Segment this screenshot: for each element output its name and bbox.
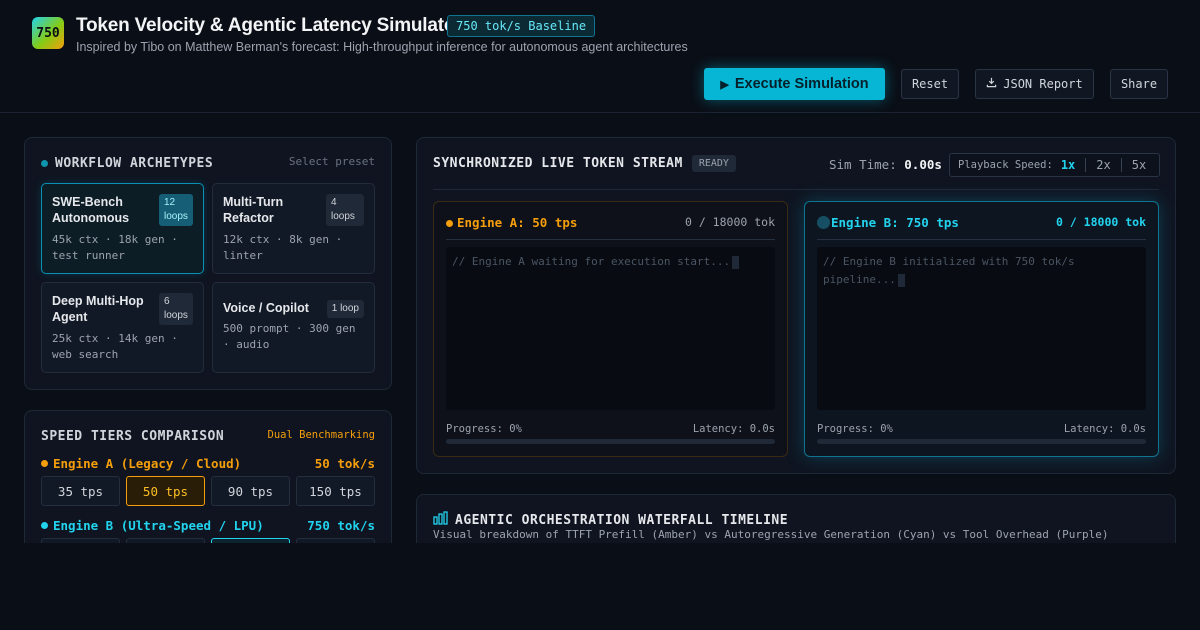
waterfall-panel: AGENTIC ORCHESTRATION WATERFALL TIMELINE… <box>416 494 1176 543</box>
status-dot <box>41 160 48 167</box>
engine-b-stream: Engine B: 750 tps 0 / 18000 tok // Engin… <box>804 201 1159 457</box>
divider <box>1085 158 1087 172</box>
divider <box>1120 158 1122 172</box>
playback-speed-label: Playback Speed: <box>958 159 1053 171</box>
engine-a-progress: Progress: 0% <box>446 423 522 435</box>
sim-time-value: 0.00s <box>904 157 942 172</box>
workflow-archetypes-panel: WORKFLOW ARCHETYPES Select preset SWE-Be… <box>24 137 392 390</box>
playback-speed-1x[interactable]: 1x <box>1061 158 1075 172</box>
engine-b-tier-label: Engine B (Ultra-Speed / LPU) <box>53 518 264 533</box>
baseline-badge: 750 tok/s Baseline <box>447 15 596 37</box>
cursor-icon <box>897 273 905 287</box>
app-logo: 750 <box>32 17 64 49</box>
engine-b-progress: Progress: 0% <box>817 423 893 435</box>
engine-b-terminal: // Engine B initialized with 750 tok/s p… <box>817 247 1146 410</box>
engine-b-footer: Progress: 0% Latency: 0.0s <box>817 423 1146 435</box>
engine-b-latency: Latency: 0.0s <box>1063 423 1146 435</box>
workflow-card-desc: 45k ctx · 18k gen · test runner <box>52 233 178 262</box>
engine-b-speed-option[interactable] <box>296 538 375 543</box>
workflow-card-desc: 12k ctx · 8k gen · linter <box>223 233 343 262</box>
waterfall-title: AGENTIC ORCHESTRATION WATERFALL TIMELINE <box>455 513 789 528</box>
speed-tiers-panel: SPEED TIERS COMPARISON Dual Benchmarking… <box>24 410 392 543</box>
sim-time: Sim Time: 0.00s <box>829 157 942 172</box>
app-subtitle: Inspired by Tibo on Matthew Berman's for… <box>76 40 688 54</box>
live-token-stream-title: SYNCHRONIZED LIVE TOKEN STREAM <box>433 156 683 171</box>
reset-button[interactable]: Reset <box>901 69 959 99</box>
json-report-button[interactable]: JSON Report <box>975 69 1094 99</box>
engine-b-dot <box>817 216 830 229</box>
divider <box>433 189 1159 190</box>
engine-b-dot <box>41 522 48 529</box>
engine-a-dot <box>41 460 48 467</box>
reset-label: Reset <box>911 77 949 91</box>
engine-b-name-label: Engine B: 750 tps <box>831 215 959 230</box>
engine-a-footer: Progress: 0% Latency: 0.0s <box>446 423 775 435</box>
workflow-card-name: Voice / Copilot <box>223 301 309 315</box>
workflow-card-desc: 25k ctx · 14k gen · web search <box>52 332 178 361</box>
engine-a-log: // Engine A waiting for execution start.… <box>452 255 731 268</box>
engine-a-terminal: // Engine A waiting for execution start.… <box>446 247 775 410</box>
execute-simulation-label: Execute Simulation <box>734 76 869 92</box>
engine-a-stream: Engine A: 50 tps 0 / 18000 tok // Engine… <box>433 201 788 457</box>
engine-b-tier-value: 750 tok/s <box>307 518 375 533</box>
loops-badge: 4 loops <box>326 194 364 226</box>
loops-badge: 1 loop <box>326 300 364 318</box>
engine-a-tier-label: Engine A (Legacy / Cloud) <box>53 456 242 471</box>
engine-b-speed-option[interactable] <box>41 538 120 543</box>
engine-a-latency: Latency: 0.0s <box>692 423 775 435</box>
engine-a-tier-row: Engine A (Legacy / Cloud) <box>41 456 241 471</box>
engine-a-progress-bar <box>446 439 775 444</box>
engine-b-progress-bar <box>817 439 1146 444</box>
workflow-card-swe-bench[interactable]: SWE-Bench Autonomous 12 loops 45k ctx · … <box>41 183 204 274</box>
engine-a-name-label: Engine A: 50 tps <box>457 215 578 230</box>
sim-time-label: Sim Time: <box>829 157 897 172</box>
workflow-card-multi-turn[interactable]: Multi-Turn Refactor 4 loops 12k ctx · 8k… <box>212 183 375 274</box>
download-icon <box>986 77 997 91</box>
engine-a-header: Engine A: 50 tps 0 / 18000 tok <box>446 214 775 240</box>
engine-b-speed-option[interactable] <box>211 538 290 543</box>
workflow-card-voice-copilot[interactable]: Voice / Copilot 1 loop 500 prompt · 300 … <box>212 282 375 373</box>
playback-speed-5x[interactable]: 5x <box>1132 158 1146 172</box>
loops-badge: 12 loops <box>159 194 193 226</box>
engine-b-name: Engine B: 750 tps <box>817 215 959 230</box>
share-label: Share <box>1120 77 1158 91</box>
engine-a-token-count: 0 / 18000 tok <box>684 215 775 229</box>
loops-badge: 6 loops <box>159 293 193 325</box>
engine-b-speed-option[interactable] <box>126 538 205 543</box>
playback-speed-control: Playback Speed: 1x 2x 5x <box>949 153 1160 177</box>
select-preset-hint: Select preset <box>288 155 375 168</box>
workflow-card-name: SWE-Bench Autonomous <box>52 195 130 225</box>
workflow-card-name: Multi-Turn Refactor <box>223 195 284 225</box>
app-header: 750 Token Velocity & Agentic Latency Sim… <box>0 0 1200 113</box>
waterfall-subtitle: Visual breakdown of TTFT Prefill (Amber)… <box>433 528 1109 541</box>
workflow-archetypes-title: WORKFLOW ARCHETYPES <box>55 156 214 171</box>
playback-speed-2x[interactable]: 2x <box>1096 158 1110 172</box>
workflow-card-deep-multi-hop[interactable]: Deep Multi-Hop Agent 6 loops 25k ctx · 1… <box>41 282 204 373</box>
execute-simulation-button[interactable]: ▶ Execute Simulation <box>704 68 885 100</box>
speed-tiers-clip: SPEED TIERS COMPARISON Dual Benchmarking… <box>24 410 392 543</box>
engine-a-tier-value: 50 tok/s <box>314 456 375 471</box>
engine-a-dot <box>446 220 453 227</box>
speed-tiers-title: SPEED TIERS COMPARISON <box>41 429 225 444</box>
app-title: Token Velocity & Agentic Latency Simulat… <box>76 15 463 36</box>
engine-b-token-count: 0 / 18000 tok <box>1055 215 1146 229</box>
json-report-label: JSON Report <box>1003 77 1083 91</box>
play-icon: ▶ <box>720 78 729 91</box>
engine-a-speed-option[interactable]: 90 tps <box>211 476 290 506</box>
dual-benchmarking-tag: Dual Benchmarking <box>267 429 375 441</box>
stream-status-badge: READY <box>691 155 736 172</box>
engine-a-speed-option[interactable]: 35 tps <box>41 476 120 506</box>
engine-b-log: // Engine B initialized with 750 tok/s p… <box>823 255 1075 286</box>
waterfall-clip: AGENTIC ORCHESTRATION WATERFALL TIMELINE… <box>416 494 1176 543</box>
engine-b-header: Engine B: 750 tps 0 / 18000 tok <box>817 214 1146 240</box>
share-button[interactable]: Share <box>1110 69 1168 99</box>
workflow-card-desc: 500 prompt · 300 gen · audio <box>223 322 356 351</box>
engine-b-tier-row: Engine B (Ultra-Speed / LPU) <box>41 518 264 533</box>
cursor-icon <box>732 255 740 269</box>
engine-a-name: Engine A: 50 tps <box>446 215 577 230</box>
engine-a-speed-option[interactable]: 150 tps <box>296 476 375 506</box>
workflow-card-name: Deep Multi-Hop Agent <box>52 294 144 324</box>
engine-a-speed-option[interactable]: 50 tps <box>126 476 205 506</box>
